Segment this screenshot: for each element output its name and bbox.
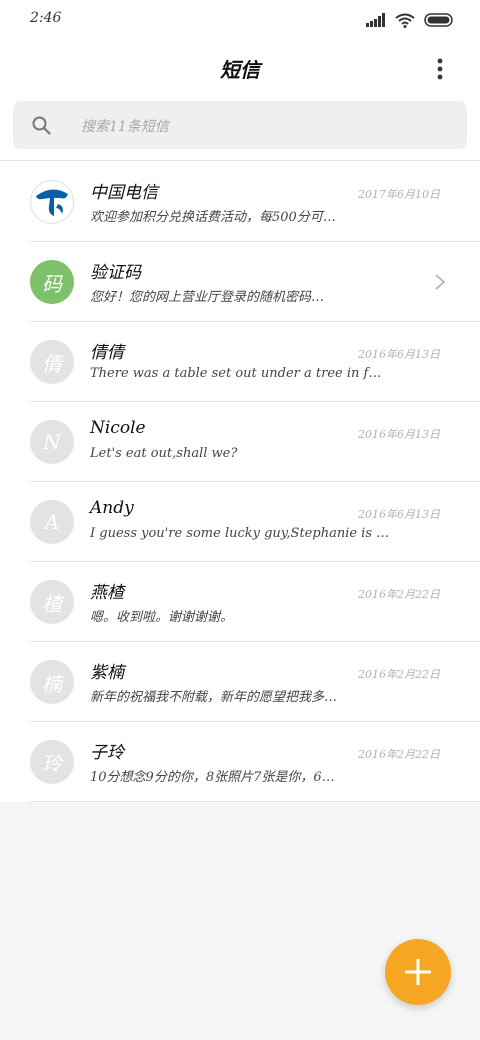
avatar: 玲	[30, 740, 74, 784]
search-placeholder: 搜索11条短信	[81, 119, 169, 135]
status-bar: 2:46	[0, 0, 480, 40]
message-date: 2016年2月22日	[358, 588, 440, 601]
sender-name: 中国电信	[90, 183, 158, 203]
sender-name: Nicole	[90, 418, 146, 438]
signal-icon	[366, 13, 385, 27]
avatar: 楠	[30, 660, 74, 704]
message-preview: I guess you're some lucky guy,Stephanie …	[90, 526, 390, 541]
sender-name: 燕楂	[90, 583, 124, 603]
message-item[interactable]: 楂 燕楂 嗯。收到啦。谢谢谢谢。 2016年2月22日	[0, 562, 480, 642]
avatar: N	[30, 420, 74, 464]
message-item[interactable]: 玲 子玲 10分想念9分的你，8张照片7张是你，6… 2016年2月22日	[0, 722, 480, 802]
message-date: 2016年6月13日	[358, 508, 440, 521]
message-date: 2016年2月22日	[358, 748, 440, 761]
message-item[interactable]: A Andy I guess you're some lucky guy,Ste…	[0, 482, 480, 562]
sender-name: 紫楠	[90, 663, 124, 683]
avatar: A	[30, 500, 74, 544]
message-date: 2016年2月22日	[358, 668, 440, 681]
page-title: 短信	[220, 58, 260, 82]
app-header: 短信	[0, 44, 480, 94]
message-item[interactable]: 中国电信 欢迎参加积分兑换话费活动，每500分可… 2017年6月10日	[0, 162, 480, 242]
status-icons	[366, 12, 454, 28]
message-item[interactable]: 倩 倩倩 There was a table set out under a t…	[0, 322, 480, 402]
sender-name: 倩倩	[90, 343, 124, 363]
message-preview: There was a table set out under a tree i…	[90, 366, 382, 381]
message-date: 2016年6月13日	[358, 348, 440, 361]
battery-icon	[424, 13, 453, 27]
message-preview: 10分想念9分的你，8张照片7张是你，6…	[90, 770, 335, 785]
status-time: 2:46	[30, 10, 62, 26]
message-preview: Let's eat out,shall we?	[90, 446, 238, 461]
sender-name: Andy	[90, 498, 134, 518]
message-item[interactable]: 楠 紫楠 新年的祝福我不附载，新年的愿望把我多… 2016年2月22日	[0, 642, 480, 722]
message-preview: 您好！您的网上营业厅登录的随机密码…	[90, 290, 325, 305]
message-date: 2016年6月13日	[358, 428, 440, 441]
wifi-icon	[395, 13, 415, 28]
avatar: 倩	[30, 340, 74, 384]
message-item[interactable]: 码 验证码 您好！您的网上营业厅登录的随机密码…	[0, 242, 480, 322]
message-item[interactable]: N Nicole Let's eat out,shall we? 2016年6月…	[0, 402, 480, 482]
message-list: 中国电信 欢迎参加积分兑换话费活动，每500分可… 2017年6月10日 码 验…	[0, 162, 480, 802]
chevron-right-icon	[435, 274, 446, 290]
new-message-button[interactable]	[385, 939, 451, 1005]
avatar	[30, 180, 74, 224]
search-input[interactable]: 搜索11条短信	[13, 101, 467, 149]
list-divider	[0, 160, 480, 161]
telecom-logo-icon	[33, 183, 71, 221]
plus-icon	[405, 959, 431, 985]
message-preview: 新年的祝福我不附载，新年的愿望把我多…	[90, 690, 338, 705]
more-options-button[interactable]	[424, 54, 456, 84]
sender-name: 验证码	[90, 263, 141, 283]
message-preview: 嗯。收到啦。谢谢谢谢。	[90, 610, 234, 625]
row-divider	[30, 801, 480, 802]
search-icon	[32, 116, 51, 135]
avatar: 楂	[30, 580, 74, 624]
message-date: 2017年6月10日	[358, 188, 440, 201]
avatar: 码	[30, 260, 74, 304]
sender-name: 子玲	[90, 743, 124, 763]
message-preview: 欢迎参加积分兑换话费活动，每500分可…	[90, 210, 336, 225]
more-vertical-icon	[437, 58, 443, 80]
